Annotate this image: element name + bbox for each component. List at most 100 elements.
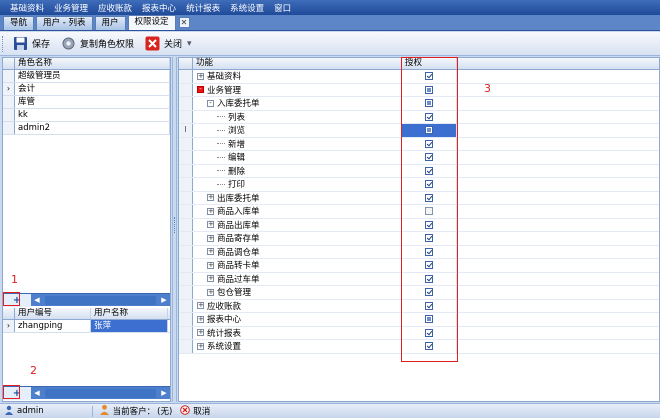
column-function[interactable]: 功能 xyxy=(193,58,402,69)
row-indicator xyxy=(179,232,193,245)
expand-icon[interactable]: + xyxy=(207,221,214,229)
tree-line xyxy=(217,129,225,131)
tree-node[interactable]: + 商品过车单 xyxy=(193,272,402,285)
tree-node[interactable]: + 商品寄存单 xyxy=(193,232,402,245)
table-row[interactable]: kk xyxy=(3,109,170,122)
tree-node[interactable]: + 商品出库单 xyxy=(193,218,402,231)
tree-node[interactable]: + 基础资料 xyxy=(193,70,402,83)
scroll-left-icon[interactable]: ◀ xyxy=(31,387,43,400)
expand-icon[interactable]: + xyxy=(197,72,204,80)
row-indicator xyxy=(179,151,193,164)
tree-node[interactable]: 新增 xyxy=(193,137,402,150)
menu-item[interactable]: 基础资料 xyxy=(10,2,44,14)
expand-icon[interactable]: + xyxy=(197,315,204,323)
chevron-down-icon[interactable]: ▾ xyxy=(187,39,192,49)
scroll-left-icon[interactable]: ◀ xyxy=(31,294,43,307)
expand-icon[interactable]: + xyxy=(207,288,214,296)
expand-icon[interactable]: + xyxy=(197,342,204,350)
row-indicator xyxy=(179,286,193,299)
save-label: 保存 xyxy=(32,40,51,50)
expand-icon[interactable]: + xyxy=(207,207,214,215)
tree-node[interactable]: + 系统设置 xyxy=(193,340,402,353)
users-scrollbar[interactable]: + ◀ ▶ xyxy=(3,386,170,400)
tree-node[interactable]: + 商品转卡单 xyxy=(193,259,402,272)
tree-node[interactable]: + 出库委托单 xyxy=(193,191,402,204)
cancel-label: 取消 xyxy=(193,407,211,417)
tree-node[interactable]: + 包仓管理 xyxy=(193,286,402,299)
copy-role-permissions-button[interactable]: 复制角色权限 xyxy=(57,34,137,54)
annotation-box-3 xyxy=(401,57,458,362)
collapse-icon[interactable]: - xyxy=(207,99,214,107)
menu-item[interactable]: 系统设置 xyxy=(230,2,264,14)
tab-3[interactable]: 权限设定 xyxy=(127,15,176,30)
role-name-cell[interactable]: 库管 xyxy=(15,96,170,108)
cancel-button[interactable]: 取消 xyxy=(180,404,211,418)
tree-node[interactable]: 编辑 xyxy=(193,151,402,164)
save-button[interactable]: 保存 xyxy=(9,34,53,54)
row-indicator xyxy=(179,164,193,177)
tree-node[interactable]: 列表 xyxy=(193,110,402,123)
menu-bar: 基础资料 业务管理 应收账款 报表中心 统计报表 系统设置 窗口 xyxy=(0,0,660,15)
scroll-track[interactable] xyxy=(45,295,156,305)
menu-item[interactable]: 应收账款 xyxy=(98,2,132,14)
role-name-cell[interactable]: 会计 xyxy=(15,83,170,95)
tree-node[interactable]: - 业务管理 xyxy=(193,83,402,96)
role-name-cell[interactable]: 超级管理员 xyxy=(15,70,170,82)
tree-node-label: 商品过车单 xyxy=(217,274,260,285)
column-role-name[interactable]: 角色名称 xyxy=(15,58,170,69)
scroll-right-icon[interactable]: ▶ xyxy=(158,387,170,400)
tree-node[interactable]: - 入库委托单 xyxy=(193,97,402,110)
expand-icon[interactable]: + xyxy=(197,302,204,310)
panel-splitter[interactable] xyxy=(172,57,177,402)
close-button[interactable]: 关闭 ▾ xyxy=(141,34,195,54)
role-name-cell[interactable]: kk xyxy=(15,109,170,121)
tree-node[interactable]: 浏览 xyxy=(193,124,402,137)
expand-icon[interactable]: + xyxy=(207,275,214,283)
expand-icon[interactable]: + xyxy=(207,234,214,242)
user-id-cell[interactable]: zhangping xyxy=(15,320,91,332)
collapse-icon[interactable]: - xyxy=(197,86,204,94)
tree-node[interactable]: + 商品调仓单 xyxy=(193,245,402,258)
table-row[interactable]: › 会计 xyxy=(3,83,170,96)
tab-1[interactable]: 用户 - 列表 xyxy=(36,16,93,30)
tree-node[interactable]: + 商品入库单 xyxy=(193,205,402,218)
user-name-cell[interactable]: 张萍 xyxy=(91,320,168,332)
table-row[interactable]: 超级管理员 xyxy=(3,70,170,83)
column-user-name[interactable]: 用户名称 xyxy=(91,308,168,319)
expand-icon[interactable]: + xyxy=(207,248,214,256)
tree-node[interactable]: + 应收账款 xyxy=(193,299,402,312)
client-value: (无) xyxy=(157,407,173,417)
row-indicator xyxy=(179,110,193,123)
scroll-track[interactable] xyxy=(45,388,156,398)
row-indicator: › xyxy=(3,83,15,95)
tree-node[interactable]: 打印 xyxy=(193,178,402,191)
column-user-id[interactable]: 用户编号 xyxy=(15,308,91,319)
tree-node-label: 商品转卡单 xyxy=(217,261,260,272)
table-row[interactable]: 库管 xyxy=(3,96,170,109)
tree-node[interactable]: 删除 xyxy=(193,164,402,177)
tree-node[interactable]: + 报表中心 xyxy=(193,313,402,326)
expand-icon[interactable]: + xyxy=(197,329,204,337)
copy-role-permissions-label: 复制角色权限 xyxy=(80,40,135,50)
tree-line xyxy=(217,143,225,145)
menu-item[interactable]: 报表中心 xyxy=(142,2,176,14)
users-grid: 用户编号 用户名称 › zhangping 张萍 xyxy=(3,308,170,333)
tab-0[interactable]: 导航 xyxy=(3,16,35,30)
tree-node-label: 商品调仓单 xyxy=(217,247,260,258)
tree-node[interactable]: + 统计报表 xyxy=(193,326,402,339)
expand-icon[interactable]: + xyxy=(207,194,214,202)
close-tab-icon[interactable]: ✕ xyxy=(178,17,190,28)
menu-item[interactable]: 统计报表 xyxy=(186,2,220,14)
tree-node-label: 出库委托单 xyxy=(217,193,260,204)
tree-node-label: 报表中心 xyxy=(207,315,242,326)
role-name-cell[interactable]: admin2 xyxy=(15,122,170,134)
scroll-right-icon[interactable]: ▶ xyxy=(158,294,170,307)
roles-scrollbar[interactable]: + ◀ ▶ xyxy=(3,293,170,307)
tab-2[interactable]: 用户 xyxy=(94,16,126,30)
expand-icon[interactable]: + xyxy=(207,261,214,269)
menu-item[interactable]: 窗口 xyxy=(274,2,291,14)
save-icon xyxy=(12,35,29,52)
table-row[interactable]: admin2 xyxy=(3,122,170,135)
menu-item[interactable]: 业务管理 xyxy=(54,2,88,14)
table-row[interactable]: › zhangping 张萍 xyxy=(3,320,170,333)
